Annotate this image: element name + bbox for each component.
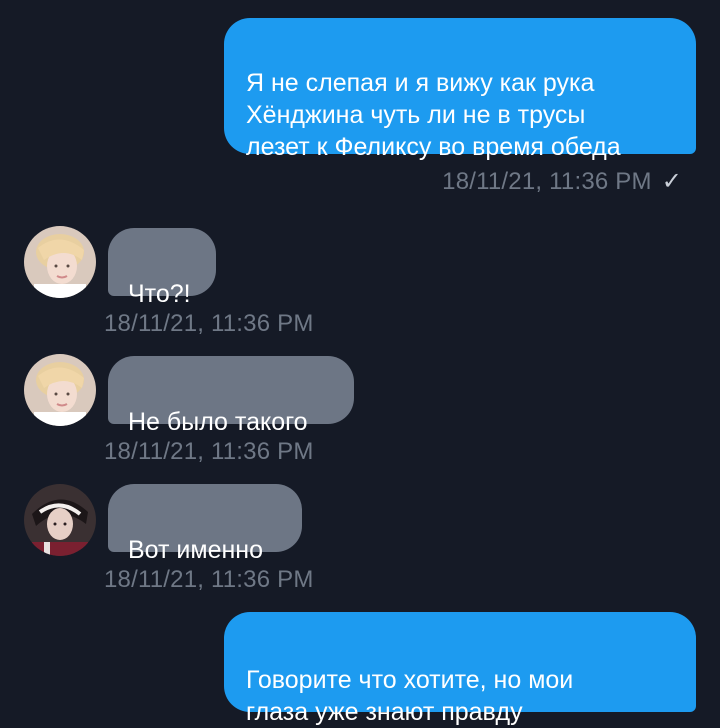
message-text: Вот именно — [128, 536, 263, 564]
checkmark-icon: ✓ — [661, 168, 682, 195]
message-text: Что?! — [128, 280, 191, 308]
message-text: Не было такого — [128, 408, 308, 436]
chat-thread: Я не слепая и я вижу как рука Хёнджина ч… — [0, 0, 720, 726]
message-timestamp: 18/11/21, 11:36 PM — [104, 438, 314, 465]
message-timestamp: 18/11/21, 11:36 PM — [104, 566, 314, 593]
outgoing-message-bubble[interactable]: Говорите что хотите, но мои глаза уже зн… — [224, 612, 696, 726]
incoming-message-bubble[interactable]: Вот именно — [108, 484, 302, 564]
user-avatar-dark-hair[interactable] — [24, 484, 96, 556]
message-timestamp: 18/11/21, 11:36 PM — [442, 168, 652, 195]
incoming-message-bubble[interactable]: Что?! — [108, 228, 216, 308]
message-text: Я не слепая и я вижу как рука Хёнджина ч… — [246, 69, 621, 161]
outgoing-message-bubble[interactable]: Я не слепая и я вижу как рука Хёнджина ч… — [224, 18, 696, 161]
message-timestamp: 18/11/21, 11:36 PM — [104, 310, 314, 337]
user-avatar-blond[interactable] — [24, 226, 96, 298]
user-avatar-blond[interactable] — [24, 354, 96, 426]
message-text: Говорите что хотите, но мои глаза уже зн… — [246, 666, 574, 726]
message-meta: 18/11/21, 11:36 PM ✓ — [442, 167, 682, 196]
incoming-message-bubble[interactable]: Не было такого — [108, 356, 354, 436]
